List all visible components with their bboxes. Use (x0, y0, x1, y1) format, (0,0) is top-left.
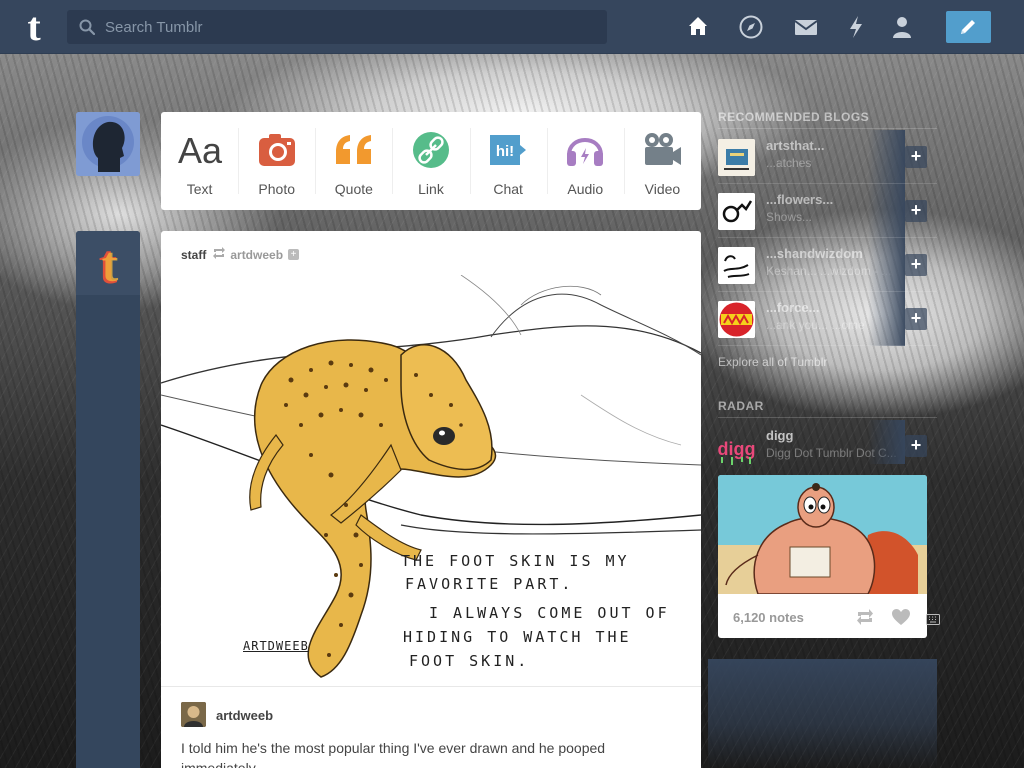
post-type-bar: Aa Text Photo Quote Link hi! Chat Audio (161, 112, 701, 210)
post-type-label: Link (418, 181, 444, 197)
reblog-source[interactable]: artdweeb (230, 248, 283, 262)
post-type-label: Chat (493, 181, 523, 197)
svg-text:digg: digg (718, 439, 755, 459)
text-icon: Aa (176, 130, 224, 170)
post-type-label: Text (186, 181, 213, 197)
staff-avatar[interactable]: t t (76, 231, 140, 295)
recommended-blog-item[interactable]: ...force... ...ank you... ...ome + (718, 292, 937, 346)
pencil-icon (961, 20, 975, 34)
sketch-caption-line-1: THE FOOT SKIN IS MY (401, 552, 630, 570)
explore-link[interactable]: Explore all of Tumblr (718, 355, 827, 369)
post-card: staff artdweeb + THE FOOT SKIN IS MY FAV… (161, 231, 701, 768)
svg-text:hi!: hi! (496, 143, 514, 160)
radar-title: RADAR (718, 399, 764, 413)
blog-thumbnail (718, 301, 755, 338)
section-divider (718, 128, 937, 129)
comment-avatar[interactable] (181, 702, 206, 727)
post-divider (161, 686, 701, 687)
headphones-icon (561, 130, 609, 170)
post-type-audio[interactable]: Audio (546, 112, 624, 210)
fade-overlay (868, 130, 905, 184)
chat-icon: hi! (484, 130, 532, 170)
account-icon[interactable] (890, 14, 916, 40)
keyboard-icon[interactable] (926, 612, 940, 630)
search-box[interactable] (67, 10, 607, 44)
post-type-label: Video (644, 181, 681, 197)
post-type-video[interactable]: Video (623, 112, 701, 210)
blog-thumbnail (718, 139, 755, 176)
follow-plus-icon[interactable]: + (905, 254, 927, 276)
like-heart-icon[interactable] (891, 608, 911, 631)
tumblr-logo[interactable]: t (18, 7, 50, 47)
artist-signature: ARTDWEEB (243, 639, 309, 653)
recommended-blog-item[interactable]: ...shandwizdom Keshan... ...wizdom - ...… (718, 238, 937, 292)
radar-blog-item[interactable]: digg digg Digg Dot Tumblr Dot C... + (718, 420, 937, 470)
sketch-caption-line-5: FOOT SKIN. (409, 652, 530, 670)
activity-icon[interactable] (845, 14, 871, 40)
video-camera-icon (638, 130, 686, 170)
post-type-label: Quote (334, 181, 373, 197)
follow-plus-icon[interactable]: + (905, 308, 927, 330)
recommended-blog-item[interactable]: artsthat... ...atches + (718, 130, 937, 184)
sketch-caption-line-2: FAVORITE PART. (405, 575, 574, 593)
reblog-icon[interactable] (855, 608, 875, 631)
sidebar-footer-panel (708, 659, 937, 768)
recommended-blog-item[interactable]: ...flowers... Shows... + (718, 184, 937, 238)
search-icon (67, 10, 105, 44)
post-type-label: Photo (258, 181, 295, 197)
fade-overlay (868, 238, 905, 292)
search-input[interactable] (105, 18, 585, 36)
inbox-icon[interactable] (793, 14, 819, 40)
svg-text:t: t (102, 236, 119, 292)
post-image[interactable]: THE FOOT SKIN IS MY FAVORITE PART. I ALW… (161, 275, 701, 686)
link-icon (407, 130, 455, 170)
radar-post-image[interactable] (718, 475, 927, 594)
follow-plus-icon[interactable]: + (905, 146, 927, 168)
post-type-label: Audio (567, 181, 604, 197)
post-type-link[interactable]: Link (392, 112, 469, 210)
comment-author[interactable]: artdweeb (216, 708, 273, 723)
fade-overlay (868, 184, 905, 238)
home-icon[interactable] (686, 14, 712, 40)
fade-overlay (868, 292, 905, 346)
blog-thumbnail: digg (718, 429, 755, 466)
post-type-quote[interactable]: Quote (315, 112, 392, 210)
follow-plus-icon[interactable]: + (288, 249, 300, 260)
section-divider (718, 417, 937, 418)
post-type-photo[interactable]: Photo (238, 112, 315, 210)
fade-overlay (868, 420, 905, 464)
radar-post-card[interactable]: 6,120 notes (718, 475, 927, 638)
post-header: staff artdweeb + (181, 247, 300, 262)
reblog-icon (212, 247, 226, 262)
comment-text: I told him he's the most popular thing I… (181, 740, 606, 768)
blog-thumbnail (718, 193, 755, 230)
post-type-text[interactable]: Aa Text (161, 112, 238, 210)
post-type-chat[interactable]: hi! Chat (469, 112, 547, 210)
top-navigation-bar: t (0, 0, 1024, 54)
sketch-caption-line-4: HIDING TO WATCH THE (403, 628, 632, 646)
follow-plus-icon[interactable]: + (905, 435, 927, 457)
avatar-rail (76, 295, 140, 768)
quote-icon (330, 130, 378, 170)
svg-text:Aa: Aa (178, 130, 223, 170)
post-author[interactable]: staff (181, 248, 206, 262)
explore-icon[interactable] (738, 14, 764, 40)
compose-button[interactable] (946, 11, 991, 43)
section-divider (718, 345, 937, 346)
notes-count[interactable]: 6,120 notes (733, 610, 804, 625)
recommended-blogs-title: RECOMMENDED BLOGS (718, 110, 870, 124)
blog-thumbnail (718, 247, 755, 284)
sketch-caption-line-3: I ALWAYS COME OUT OF (429, 604, 670, 622)
follow-plus-icon[interactable]: + (905, 200, 927, 222)
camera-icon (253, 130, 301, 170)
user-avatar[interactable] (76, 112, 140, 176)
